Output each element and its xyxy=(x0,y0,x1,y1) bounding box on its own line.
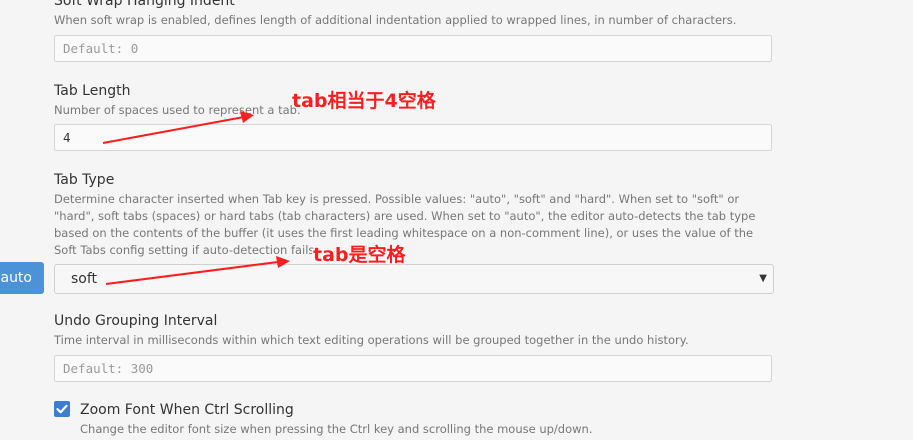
annotation-arrows xyxy=(102,111,290,285)
tab-length-arrow-icon xyxy=(102,111,254,144)
tab-type-arrow-icon xyxy=(105,256,290,285)
tab-type-annotation: tab是空格 xyxy=(313,244,406,266)
tab-length-annotation: tab相当于4空格 xyxy=(292,90,436,112)
